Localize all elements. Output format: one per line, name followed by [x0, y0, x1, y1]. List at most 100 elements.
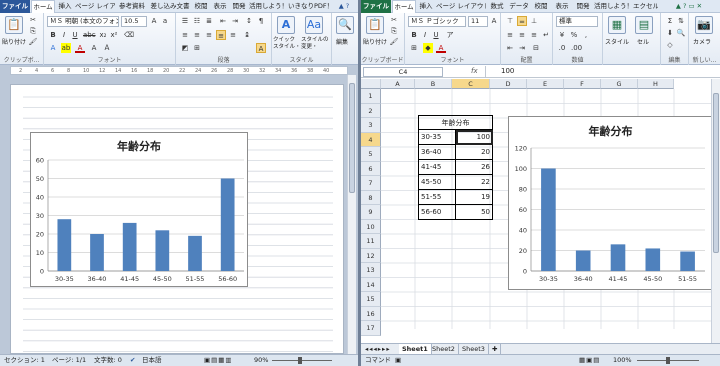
chart-bar[interactable] — [680, 251, 695, 271]
column-header[interactable]: H — [638, 79, 674, 89]
row-header[interactable]: 12 — [361, 248, 381, 263]
column-header[interactable]: F — [564, 79, 601, 89]
change-style-label[interactable]: スタイルの 変更・ — [301, 37, 329, 51]
excel-tab-insert[interactable]: 挿入 — [417, 0, 435, 13]
select-all-corner[interactable] — [361, 79, 381, 89]
font-name-box[interactable]: ＭＳ 明朝 (本文のフォン — [47, 16, 119, 27]
proofing-icon[interactable]: ✔ — [130, 355, 135, 366]
column-header[interactable]: G — [601, 79, 638, 89]
word-tab-references[interactable]: 参考資料 — [116, 0, 148, 13]
borders-icon[interactable]: ⊞ — [192, 43, 202, 53]
sheet-tab-3[interactable]: Sheet3 — [459, 344, 489, 354]
excel-paste-label[interactable]: 貼り付け — [363, 37, 387, 46]
range-cell[interactable]: 30-35 — [418, 130, 456, 145]
autosum-icon[interactable]: Σ — [665, 16, 675, 26]
row-header[interactable]: 1 — [361, 89, 381, 104]
chart-bar[interactable] — [575, 250, 591, 272]
excel-paste-icon[interactable]: 📋 — [366, 16, 384, 34]
xl-outdent-icon[interactable]: ⇤ — [505, 43, 515, 53]
excel-underline-icon[interactable]: U — [431, 30, 441, 40]
justify-icon[interactable]: ≡ — [216, 30, 226, 40]
subscript-icon[interactable]: x₂ — [98, 30, 108, 40]
font-color-icon[interactable]: A — [75, 43, 85, 53]
row-header[interactable]: 9 — [361, 205, 381, 220]
clear-icon[interactable]: ◇ — [665, 40, 675, 50]
status-section[interactable]: セクション: 1 — [4, 355, 45, 366]
xl-align-center-icon[interactable]: ≡ — [517, 30, 527, 40]
value-cell[interactable]: 20 — [456, 145, 493, 160]
excel-italic-icon[interactable]: I — [420, 30, 430, 40]
excel-scroll-thumb[interactable] — [713, 93, 719, 253]
chart-bar[interactable] — [220, 178, 235, 272]
excel-status-zoom[interactable]: 100% — [613, 355, 632, 366]
status-page[interactable]: ページ: 1/1 — [52, 355, 86, 366]
value-cell[interactable]: 19 — [456, 190, 493, 205]
excel-grow-font-icon[interactable]: A — [489, 16, 499, 26]
numbering-icon[interactable]: ☷ — [192, 16, 202, 26]
shrink-font-icon[interactable]: a — [160, 16, 170, 26]
horizontal-ruler[interactable]: 2 4 6 8 10 12 14 16 18 20 22 24 26 28 30 32 34 36 38 40 — [10, 66, 348, 75]
format-painter-icon[interactable]: 🖌 — [28, 37, 38, 47]
word-tab-review[interactable]: 校閲 — [192, 0, 210, 13]
formula-input[interactable]: 100 — [485, 66, 720, 77]
value-cell[interactable]: 50 — [456, 205, 493, 220]
number-format-box[interactable]: 標準 — [556, 16, 598, 27]
active-cell[interactable]: 100 — [456, 130, 493, 145]
cell-style-icon[interactable]: ▦ — [608, 16, 626, 34]
change-style-icon[interactable]: Aa — [305, 16, 323, 34]
text-effect-icon[interactable]: A — [48, 43, 58, 53]
excel-tab-home[interactable]: ホーム — [392, 0, 416, 13]
shading-icon[interactable]: ◩ — [180, 43, 190, 53]
sheet-tab-2[interactable]: Sheet2 — [429, 344, 459, 354]
copy-icon[interactable]: ⎘ — [28, 26, 38, 36]
range-cell[interactable]: 41-45 — [418, 160, 456, 175]
char-border-icon[interactable]: Ａ — [102, 43, 112, 53]
word-chart[interactable]: 年齢分布 0 10 20 30 40 50 60 30-35 36-40 41-45 45-50 51… — [30, 132, 248, 287]
align-bottom-icon[interactable]: ⊥ — [529, 16, 539, 26]
column-header[interactable]: E — [527, 79, 564, 89]
comma-icon[interactable]: , — [581, 30, 591, 40]
paste-label[interactable]: 貼り付け — [2, 37, 26, 46]
excel-tab-data[interactable]: データ — [508, 0, 530, 13]
row-header[interactable]: 7 — [361, 176, 381, 191]
word-tab-home[interactable]: ホーム — [31, 0, 55, 13]
excel-bold-icon[interactable]: B — [409, 30, 419, 40]
chart-bar[interactable] — [122, 222, 137, 271]
view-buttons-icon[interactable]: ▣▤▦▥ — [204, 355, 233, 366]
word-tab-page-layout[interactable]: ページ レイアウ — [75, 0, 115, 13]
chart-bar[interactable] — [90, 234, 104, 271]
zoom-slider-thumb[interactable] — [298, 357, 302, 364]
align-right-icon[interactable]: ≡ — [204, 30, 214, 40]
align-middle-icon[interactable]: ═ — [517, 16, 527, 26]
highlight-icon[interactable]: ab — [61, 43, 71, 53]
chart-bar[interactable] — [645, 248, 661, 271]
sheet-tab-1[interactable]: Sheet1 — [399, 344, 432, 354]
word-scroll-thumb[interactable] — [349, 83, 355, 193]
row-header[interactable]: 10 — [361, 219, 381, 234]
sheet-nav-icon[interactable]: ◂◂◂▸▸▸ — [365, 344, 391, 354]
row-header[interactable]: 4 — [361, 132, 381, 147]
excel-phonetic-icon[interactable]: ア — [445, 30, 455, 40]
excel-format-painter-icon[interactable]: 🖌 — [389, 37, 399, 47]
find-select-icon[interactable]: 🔍 — [676, 28, 686, 38]
row-header[interactable]: 13 — [361, 263, 381, 278]
align-center-icon[interactable]: ≡ — [192, 30, 202, 40]
superscript-icon[interactable]: x² — [109, 30, 119, 40]
chart-bar[interactable] — [610, 244, 626, 271]
excel-font-color-icon[interactable]: A — [436, 43, 446, 53]
row-header[interactable]: 11 — [361, 234, 381, 249]
chart-bar[interactable] — [57, 219, 72, 271]
excel-cut-icon[interactable]: ✂ — [389, 15, 399, 25]
status-words[interactable]: 文字数: 0 — [94, 355, 122, 366]
row-header[interactable]: 15 — [361, 292, 381, 307]
status-mode[interactable]: コマンド — [365, 355, 391, 366]
table-header-cell[interactable]: 年齢分布 — [418, 115, 493, 130]
row-header[interactable]: 14 — [361, 277, 381, 292]
distribute-icon[interactable]: ≡ — [228, 30, 238, 40]
excel-view-buttons-icon[interactable]: ▦▣▤ — [579, 355, 600, 366]
style-label[interactable]: スタイル — [605, 37, 629, 46]
word-tab-pdf[interactable]: いきなりPDF！ — [288, 0, 332, 13]
italic-icon[interactable]: I — [59, 30, 69, 40]
word-tab-insert[interactable]: 挿入 — [56, 0, 74, 13]
edit-label[interactable]: 編集 — [336, 37, 348, 46]
